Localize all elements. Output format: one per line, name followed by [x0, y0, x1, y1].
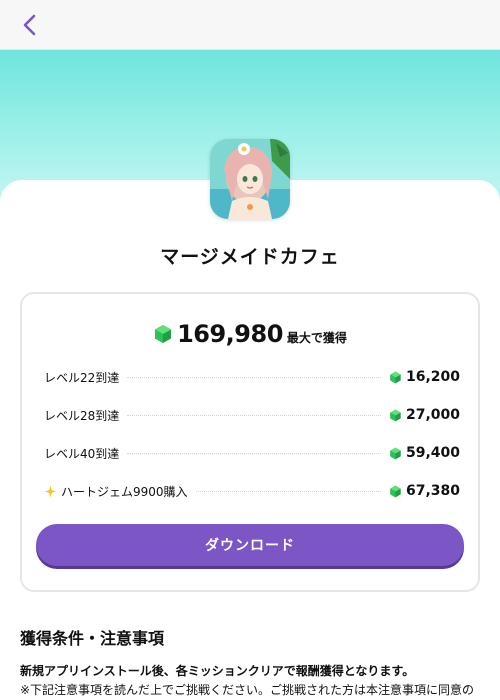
leader-dots — [195, 490, 381, 492]
download-button[interactable]: ダウンロード — [36, 524, 464, 566]
reward-row-value: 67,380 — [405, 483, 460, 499]
conditions-note: ※下記注意事項を読んだ上でご挑戦ください。ご挑戦された方は本注意事項に同意の — [20, 683, 475, 697]
reward-row-value: 16,200 — [405, 369, 460, 385]
total-reward-suffix: 最大で獲得 — [286, 331, 347, 345]
reward-card: 169,980 最大で獲得 レベル22到達 16,200 レベル28到達 27,… — [20, 292, 480, 592]
leader-dots — [127, 414, 381, 416]
back-button[interactable] — [14, 10, 44, 40]
conditions-lead: 新規アプリインストール後、各ミッションクリアで報酬獲得となります。 — [20, 664, 415, 678]
reward-row-value: 27,000 — [405, 407, 460, 423]
app-icon — [210, 139, 290, 219]
reward-row: レベル28到達 27,000 — [44, 404, 460, 426]
leader-dots — [127, 452, 381, 454]
app-title: マージメイドカフェ — [160, 246, 340, 268]
reward-row-label: レベル28到達 — [44, 408, 120, 423]
leader-dots — [127, 376, 381, 378]
reward-row-label: レベル22到達 — [44, 370, 120, 385]
green-gem-icon — [390, 485, 401, 497]
reward-row: レベル22到達 16,200 — [44, 366, 460, 388]
chevron-left-icon — [23, 14, 36, 36]
total-reward: 169,980 最大で獲得 — [22, 320, 478, 348]
reward-row: レベル40到達 59,400 — [44, 442, 460, 464]
top-bar — [0, 0, 500, 50]
green-gem-icon — [390, 409, 401, 421]
total-reward-value: 169,980 — [177, 320, 283, 348]
conditions-title: 獲得条件・注意事項 — [20, 629, 165, 648]
green-gem-icon — [390, 447, 401, 459]
reward-row-label: レベル40到達 — [44, 446, 120, 461]
green-gem-icon — [155, 325, 172, 343]
sparkle-icon — [44, 485, 57, 497]
reward-row-value: 59,400 — [405, 445, 460, 461]
green-gem-icon — [390, 371, 401, 383]
reward-row: ハートジェム9900購入 67,380 — [44, 480, 460, 502]
reward-row-label: ハートジェム9900購入 — [61, 484, 188, 499]
